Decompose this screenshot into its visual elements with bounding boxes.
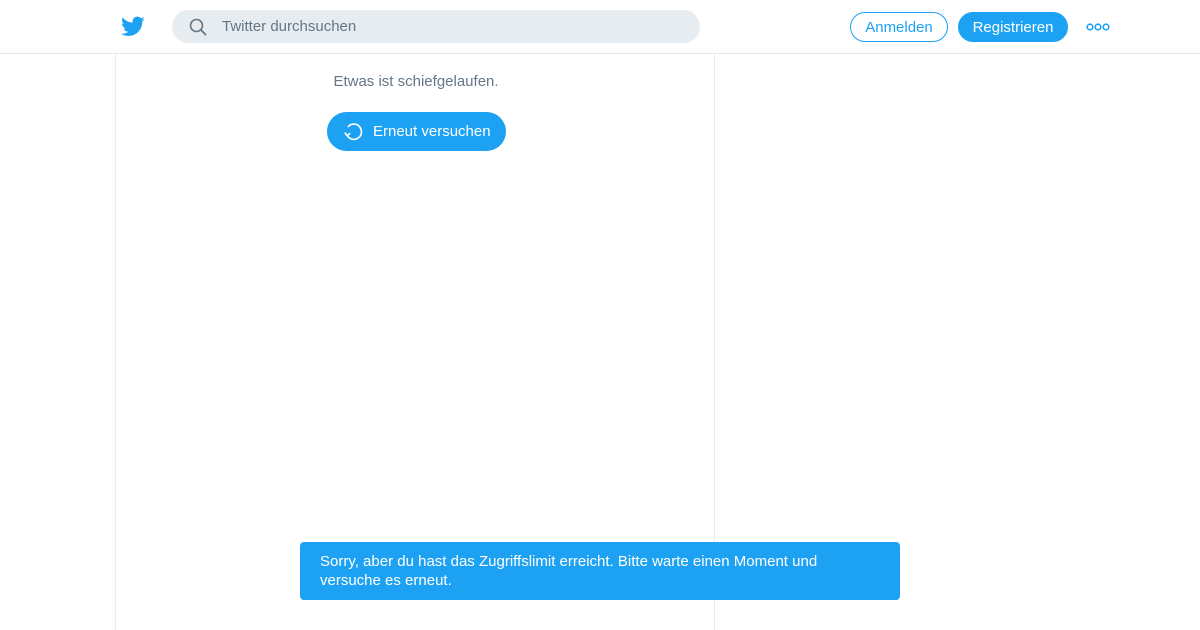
search-bar[interactable] [172, 10, 700, 43]
top-navigation-bar: Anmelden Registrieren [0, 0, 1200, 54]
more-icon[interactable] [1086, 20, 1110, 34]
login-button[interactable]: Anmelden [850, 12, 948, 42]
search-icon [189, 18, 207, 36]
retry-button[interactable]: Erneut versuchen [327, 112, 506, 151]
refresh-icon [343, 121, 364, 142]
twitter-bird-icon[interactable] [120, 14, 146, 38]
rate-limit-toast: Sorry, aber du hast das Zugriffslimit er… [300, 542, 900, 600]
register-button[interactable]: Registrieren [958, 12, 1068, 42]
error-message: Etwas ist schiefgelaufen. [333, 73, 499, 90]
retry-label: Erneut versuchen [373, 123, 491, 140]
search-input[interactable] [222, 10, 682, 43]
